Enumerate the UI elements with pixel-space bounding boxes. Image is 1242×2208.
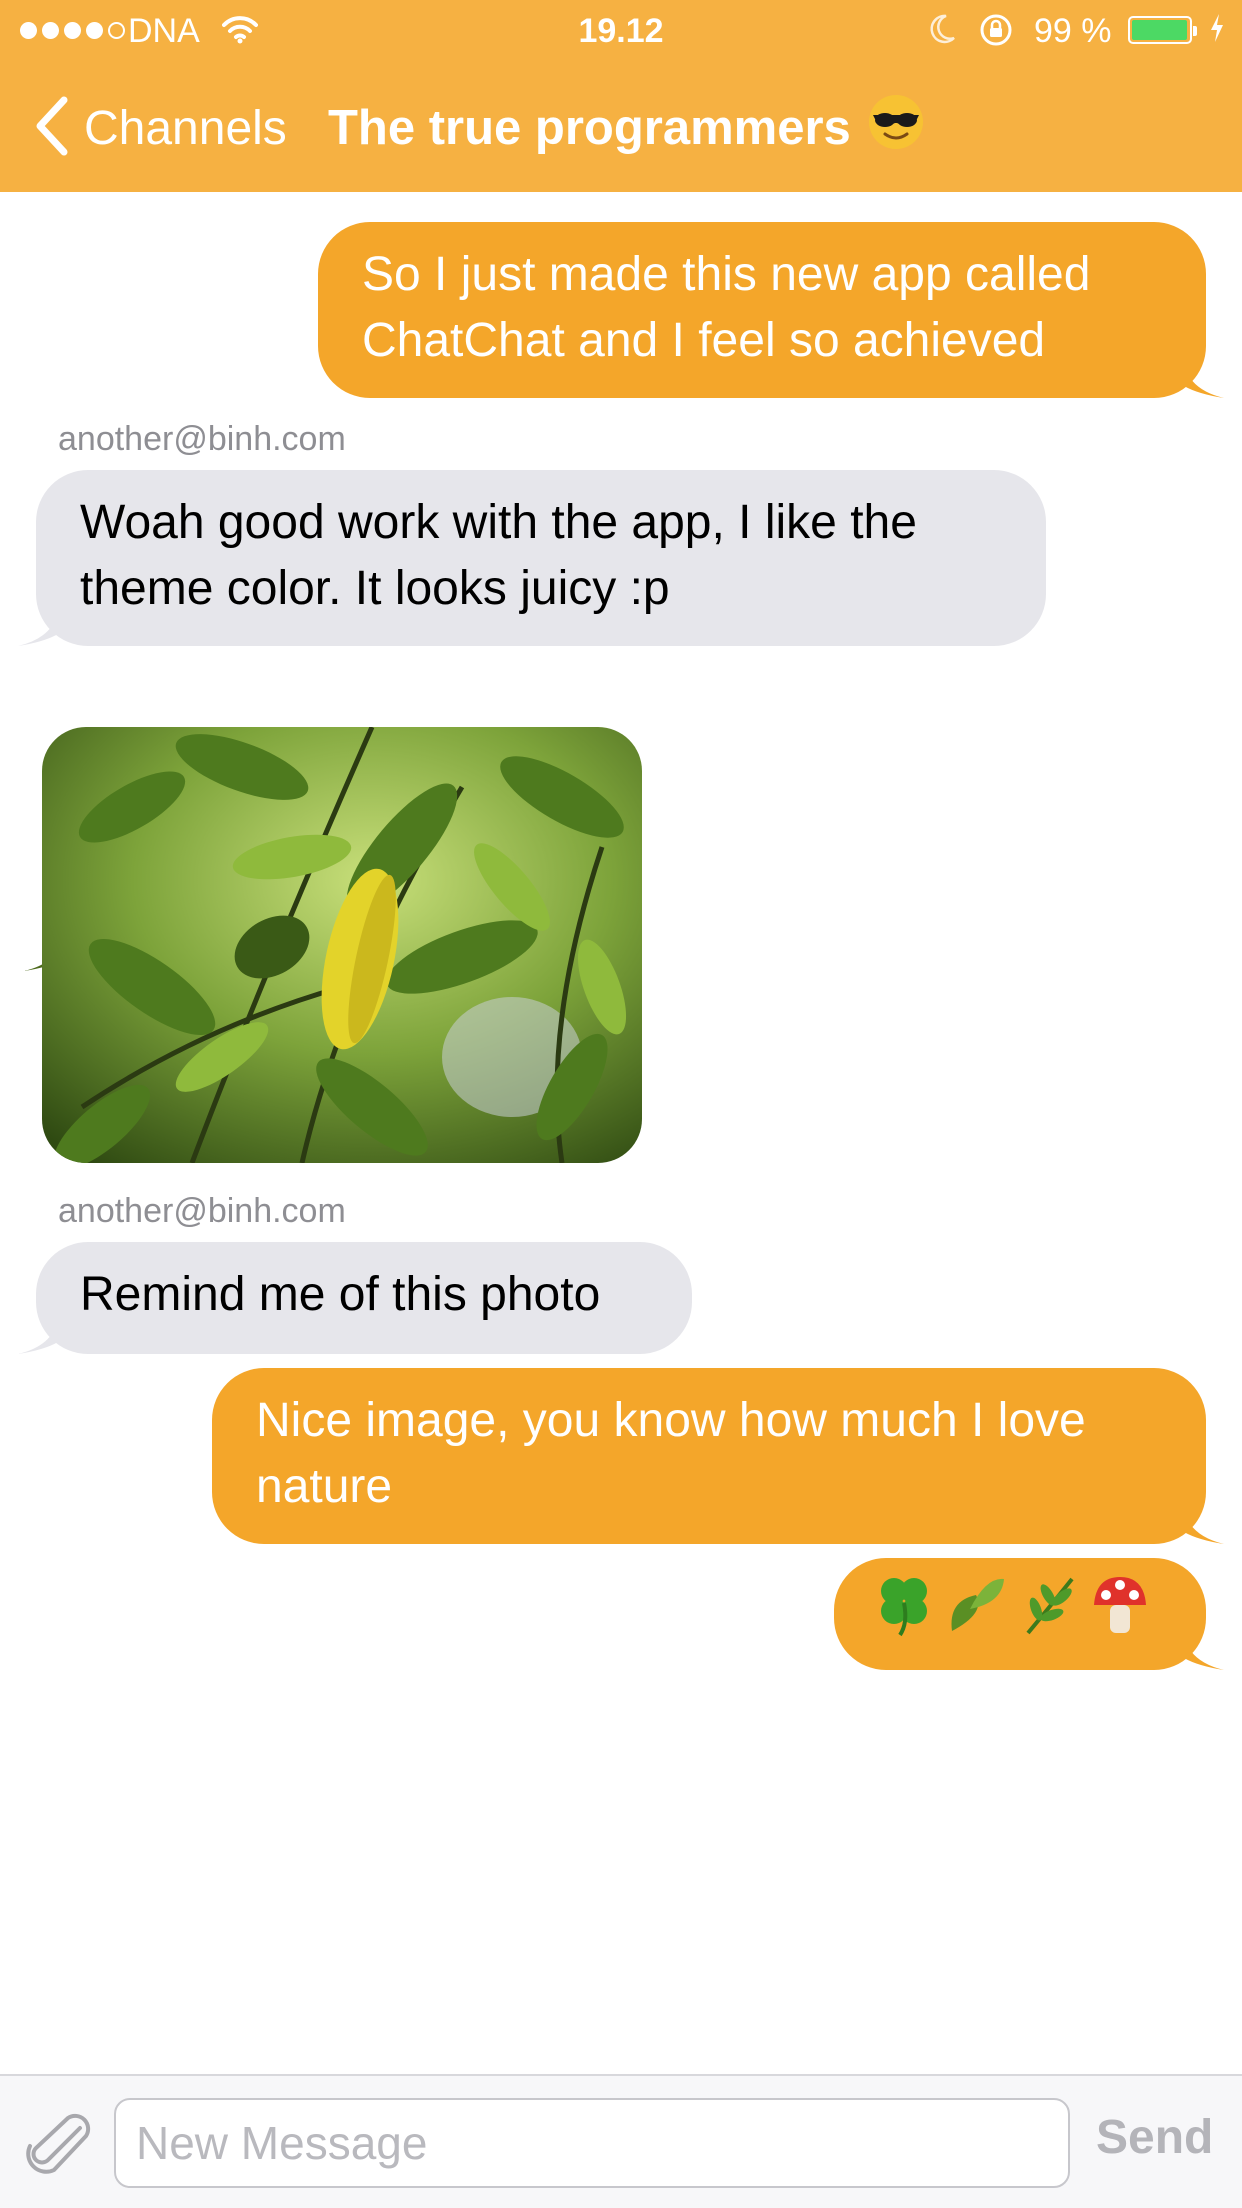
navigation-bar: Channels The true programmers [0,62,1242,192]
message-line: nature [256,1460,393,1513]
four-leaf-clover-icon [874,1573,934,1655]
outgoing-message[interactable]: Nice image, you know how much I love nat… [212,1368,1224,1544]
photo-bubble-tail [24,937,64,971]
sender-name: another@binh.com [58,1192,346,1230]
message-input[interactable] [114,2098,1070,2188]
compose-bar: Send [0,2074,1242,2208]
leaf-fluttering-icon [946,1573,1006,1655]
incoming-message[interactable]: Remind me of this photo [18,1242,692,1354]
rotation-lock-icon [978,12,1014,57]
message-line: Nice image, you know how much I love [256,1394,1086,1447]
message-line: Remind me of this photo [80,1268,601,1321]
back-button[interactable]: Channels [34,96,287,160]
herb-icon [1018,1573,1078,1655]
battery-percent: 99 % [1034,12,1112,50]
back-label: Channels [84,101,287,155]
send-button[interactable]: Send [1096,2110,1213,2165]
battery-icon [1128,16,1197,44]
do-not-disturb-icon [928,12,958,55]
message-list[interactable]: So I just made this new app called ChatC… [0,0,1242,2074]
outgoing-emoji-message[interactable]: 🍀🍃🌿🍄 [834,1558,1224,1670]
message-line: So I just made this new app called [362,248,1091,301]
sender-name: another@binh.com [58,420,346,458]
channel-title-text: The true programmers [328,101,851,155]
channel-title: The true programmers [328,93,925,163]
incoming-message[interactable]: Woah good work with the app, I like the … [18,470,1046,646]
message-line: Woah good work with the app, I like the [80,496,917,549]
message-line: theme color. It looks juicy :p [80,562,670,615]
sunglasses-face-icon [867,93,925,163]
attachment-paperclip-icon[interactable] [22,2108,92,2183]
chevron-left-icon [34,96,70,161]
charging-bolt-icon [1208,12,1226,53]
outgoing-message[interactable]: So I just made this new app called ChatC… [318,222,1224,398]
status-bar: DNA 19.12 99 % [0,0,1242,62]
header: DNA 19.12 99 % Channels The true program… [0,0,1242,192]
message-line: ChatChat and I feel so achieved [362,314,1046,367]
leaves-photo[interactable] [42,727,642,1163]
mushroom-icon [1090,1573,1150,1655]
